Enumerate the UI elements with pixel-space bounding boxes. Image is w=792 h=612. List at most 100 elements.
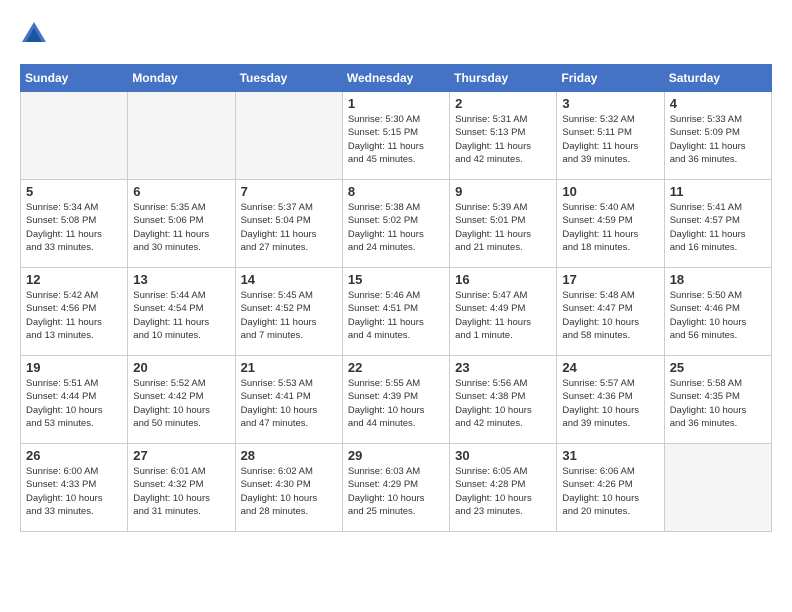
day-cell: 5 Sunrise: 5:34 AM Sunset: 5:08 PM Daylig… bbox=[21, 180, 128, 268]
day-number: 21 bbox=[241, 360, 337, 375]
day-info: Sunrise: 5:45 AM Sunset: 4:52 PM Dayligh… bbox=[241, 289, 337, 342]
week-row-4: 19 Sunrise: 5:51 AM Sunset: 4:44 PM Dayli… bbox=[21, 356, 772, 444]
day-cell: 23 Sunrise: 5:56 AM Sunset: 4:38 PM Dayli… bbox=[450, 356, 557, 444]
day-info: Sunrise: 5:31 AM Sunset: 5:13 PM Dayligh… bbox=[455, 113, 551, 166]
day-info: Sunrise: 5:50 AM Sunset: 4:46 PM Dayligh… bbox=[670, 289, 766, 342]
day-cell bbox=[128, 92, 235, 180]
day-number: 22 bbox=[348, 360, 444, 375]
day-number: 10 bbox=[562, 184, 658, 199]
day-cell: 28 Sunrise: 6:02 AM Sunset: 4:30 PM Dayli… bbox=[235, 444, 342, 532]
day-cell: 31 Sunrise: 6:06 AM Sunset: 4:26 PM Dayli… bbox=[557, 444, 664, 532]
day-cell: 4 Sunrise: 5:33 AM Sunset: 5:09 PM Daylig… bbox=[664, 92, 771, 180]
day-info: Sunrise: 6:02 AM Sunset: 4:30 PM Dayligh… bbox=[241, 465, 337, 518]
day-number: 17 bbox=[562, 272, 658, 287]
day-cell: 7 Sunrise: 5:37 AM Sunset: 5:04 PM Daylig… bbox=[235, 180, 342, 268]
day-cell: 29Sunrise: 6:03 AM Sunset: 4:29 PM Dayli… bbox=[342, 444, 449, 532]
day-info: Sunrise: 6:00 AM Sunset: 4:33 PM Dayligh… bbox=[26, 465, 122, 518]
day-cell: 1 Sunrise: 5:30 AM Sunset: 5:15 PM Daylig… bbox=[342, 92, 449, 180]
day-info: Sunrise: 5:35 AM Sunset: 5:06 PM Dayligh… bbox=[133, 201, 229, 254]
day-cell: 3 Sunrise: 5:32 AM Sunset: 5:11 PM Daylig… bbox=[557, 92, 664, 180]
day-info: Sunrise: 5:33 AM Sunset: 5:09 PM Dayligh… bbox=[670, 113, 766, 166]
day-cell bbox=[664, 444, 771, 532]
day-number: 18 bbox=[670, 272, 766, 287]
day-info: Sunrise: 5:38 AM Sunset: 5:02 PM Dayligh… bbox=[348, 201, 444, 254]
day-cell: 9Sunrise: 5:39 AM Sunset: 5:01 PM Daylig… bbox=[450, 180, 557, 268]
day-cell: 22 Sunrise: 5:55 AM Sunset: 4:39 PM Dayli… bbox=[342, 356, 449, 444]
day-number: 2 bbox=[455, 96, 551, 111]
day-number: 3 bbox=[562, 96, 658, 111]
day-number: 26 bbox=[26, 448, 122, 463]
page-header bbox=[20, 20, 772, 48]
day-info: Sunrise: 5:34 AM Sunset: 5:08 PM Dayligh… bbox=[26, 201, 122, 254]
day-number: 24 bbox=[562, 360, 658, 375]
day-info: Sunrise: 5:48 AM Sunset: 4:47 PM Dayligh… bbox=[562, 289, 658, 342]
day-info: Sunrise: 6:06 AM Sunset: 4:26 PM Dayligh… bbox=[562, 465, 658, 518]
day-number: 14 bbox=[241, 272, 337, 287]
day-number: 12 bbox=[26, 272, 122, 287]
day-number: 9 bbox=[455, 184, 551, 199]
day-number: 1 bbox=[348, 96, 444, 111]
week-row-3: 12 Sunrise: 5:42 AM Sunset: 4:56 PM Dayli… bbox=[21, 268, 772, 356]
day-info: Sunrise: 5:58 AM Sunset: 4:35 PM Dayligh… bbox=[670, 377, 766, 430]
calendar-header-row: SundayMondayTuesdayWednesdayThursdayFrid… bbox=[21, 65, 772, 92]
day-info: Sunrise: 5:51 AM Sunset: 4:44 PM Dayligh… bbox=[26, 377, 122, 430]
day-number: 30 bbox=[455, 448, 551, 463]
header-monday: Monday bbox=[128, 65, 235, 92]
day-info: Sunrise: 5:55 AM Sunset: 4:39 PM Dayligh… bbox=[348, 377, 444, 430]
day-number: 31 bbox=[562, 448, 658, 463]
day-cell: 15 Sunrise: 5:46 AM Sunset: 4:51 PM Dayli… bbox=[342, 268, 449, 356]
day-cell: 27Sunrise: 6:01 AM Sunset: 4:32 PM Dayli… bbox=[128, 444, 235, 532]
day-info: Sunrise: 5:40 AM Sunset: 4:59 PM Dayligh… bbox=[562, 201, 658, 254]
day-cell: 12 Sunrise: 5:42 AM Sunset: 4:56 PM Dayli… bbox=[21, 268, 128, 356]
day-info: Sunrise: 5:32 AM Sunset: 5:11 PM Dayligh… bbox=[562, 113, 658, 166]
day-cell: 14 Sunrise: 5:45 AM Sunset: 4:52 PM Dayli… bbox=[235, 268, 342, 356]
day-number: 4 bbox=[670, 96, 766, 111]
day-cell: 26 Sunrise: 6:00 AM Sunset: 4:33 PM Dayli… bbox=[21, 444, 128, 532]
day-cell: 30 Sunrise: 6:05 AM Sunset: 4:28 PM Dayli… bbox=[450, 444, 557, 532]
day-cell: 25 Sunrise: 5:58 AM Sunset: 4:35 PM Dayli… bbox=[664, 356, 771, 444]
week-row-2: 5 Sunrise: 5:34 AM Sunset: 5:08 PM Daylig… bbox=[21, 180, 772, 268]
day-number: 28 bbox=[241, 448, 337, 463]
header-friday: Friday bbox=[557, 65, 664, 92]
day-number: 23 bbox=[455, 360, 551, 375]
logo bbox=[20, 20, 52, 48]
header-thursday: Thursday bbox=[450, 65, 557, 92]
day-cell: 2 Sunrise: 5:31 AM Sunset: 5:13 PM Daylig… bbox=[450, 92, 557, 180]
day-number: 7 bbox=[241, 184, 337, 199]
day-cell: 20Sunrise: 5:52 AM Sunset: 4:42 PM Dayli… bbox=[128, 356, 235, 444]
day-info: Sunrise: 5:46 AM Sunset: 4:51 PM Dayligh… bbox=[348, 289, 444, 342]
day-cell: 6 Sunrise: 5:35 AM Sunset: 5:06 PM Daylig… bbox=[128, 180, 235, 268]
day-cell: 21Sunrise: 5:53 AM Sunset: 4:41 PM Dayli… bbox=[235, 356, 342, 444]
day-cell bbox=[21, 92, 128, 180]
day-info: Sunrise: 5:44 AM Sunset: 4:54 PM Dayligh… bbox=[133, 289, 229, 342]
day-cell bbox=[235, 92, 342, 180]
day-cell: 18 Sunrise: 5:50 AM Sunset: 4:46 PM Dayli… bbox=[664, 268, 771, 356]
day-info: Sunrise: 5:30 AM Sunset: 5:15 PM Dayligh… bbox=[348, 113, 444, 166]
header-saturday: Saturday bbox=[664, 65, 771, 92]
day-info: Sunrise: 6:03 AM Sunset: 4:29 PM Dayligh… bbox=[348, 465, 444, 518]
day-info: Sunrise: 5:56 AM Sunset: 4:38 PM Dayligh… bbox=[455, 377, 551, 430]
day-cell: 13Sunrise: 5:44 AM Sunset: 4:54 PM Dayli… bbox=[128, 268, 235, 356]
header-tuesday: Tuesday bbox=[235, 65, 342, 92]
day-info: Sunrise: 5:42 AM Sunset: 4:56 PM Dayligh… bbox=[26, 289, 122, 342]
day-cell: 17 Sunrise: 5:48 AM Sunset: 4:47 PM Dayli… bbox=[557, 268, 664, 356]
day-number: 25 bbox=[670, 360, 766, 375]
day-cell: 24Sunrise: 5:57 AM Sunset: 4:36 PM Dayli… bbox=[557, 356, 664, 444]
day-number: 8 bbox=[348, 184, 444, 199]
day-number: 19 bbox=[26, 360, 122, 375]
day-info: Sunrise: 5:52 AM Sunset: 4:42 PM Dayligh… bbox=[133, 377, 229, 430]
header-sunday: Sunday bbox=[21, 65, 128, 92]
day-number: 5 bbox=[26, 184, 122, 199]
logo-icon bbox=[20, 20, 48, 48]
week-row-1: 1 Sunrise: 5:30 AM Sunset: 5:15 PM Daylig… bbox=[21, 92, 772, 180]
day-number: 11 bbox=[670, 184, 766, 199]
day-number: 15 bbox=[348, 272, 444, 287]
day-info: Sunrise: 5:47 AM Sunset: 4:49 PM Dayligh… bbox=[455, 289, 551, 342]
day-number: 6 bbox=[133, 184, 229, 199]
day-info: Sunrise: 6:05 AM Sunset: 4:28 PM Dayligh… bbox=[455, 465, 551, 518]
day-cell: 16Sunrise: 5:47 AM Sunset: 4:49 PM Dayli… bbox=[450, 268, 557, 356]
day-info: Sunrise: 5:37 AM Sunset: 5:04 PM Dayligh… bbox=[241, 201, 337, 254]
day-info: Sunrise: 5:41 AM Sunset: 4:57 PM Dayligh… bbox=[670, 201, 766, 254]
day-cell: 8 Sunrise: 5:38 AM Sunset: 5:02 PM Daylig… bbox=[342, 180, 449, 268]
day-cell: 10 Sunrise: 5:40 AM Sunset: 4:59 PM Dayli… bbox=[557, 180, 664, 268]
